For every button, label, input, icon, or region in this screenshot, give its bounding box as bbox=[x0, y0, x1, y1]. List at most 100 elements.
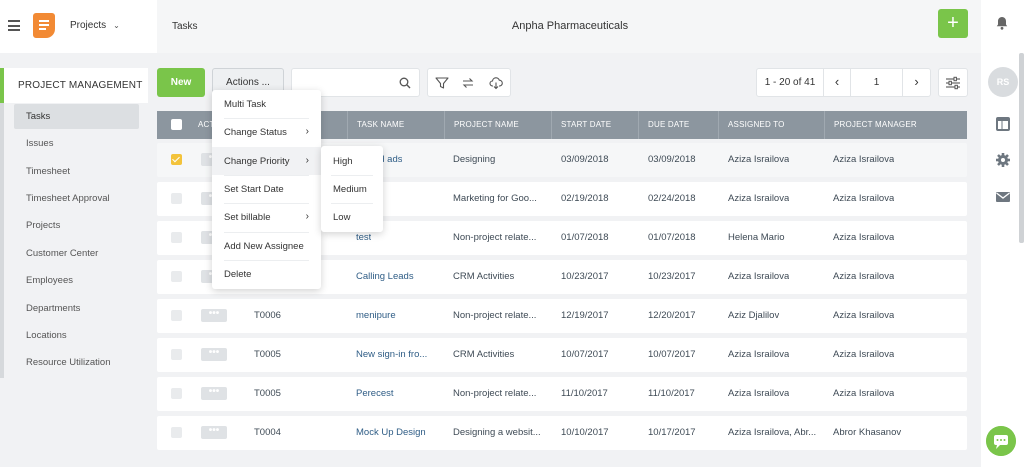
sidebar-item-issues[interactable]: Issues bbox=[14, 131, 139, 156]
cell-assigned: Aziza Israilova, Abr... bbox=[728, 427, 817, 438]
sidebar-item-employees[interactable]: Employees bbox=[14, 268, 139, 293]
column-settings-button[interactable] bbox=[938, 68, 968, 97]
brand-area: Projects ⌄ bbox=[0, 0, 157, 53]
row-checkbox[interactable] bbox=[171, 232, 182, 243]
cell-manager: Aziza Israilova bbox=[833, 232, 895, 243]
project-selector-label: Projects bbox=[70, 20, 107, 31]
sidebar-item-timesheet-approval[interactable]: Timesheet Approval bbox=[14, 186, 139, 211]
sidebar-item-timesheet[interactable]: Timesheet bbox=[14, 159, 139, 184]
sidebar-section-title[interactable]: PROJECT MANAGEMENT bbox=[0, 68, 148, 103]
cell-assigned: Aziza Israilova bbox=[728, 349, 790, 360]
row-checkbox[interactable] bbox=[171, 154, 182, 165]
row-actions-button[interactable]: ••• bbox=[201, 426, 227, 439]
chevron-right-icon: › bbox=[305, 155, 309, 166]
col-actions[interactable]: ACT bbox=[189, 111, 215, 139]
row-actions-button[interactable]: ••• bbox=[201, 348, 227, 361]
row-checkbox[interactable] bbox=[171, 193, 182, 204]
col-project-name[interactable]: PROJECT NAME bbox=[444, 111, 519, 139]
menu-item-label: Set billable bbox=[224, 212, 271, 223]
cell-name[interactable]: Mock Up Design bbox=[356, 427, 426, 438]
menu-item-label: Change Priority bbox=[224, 156, 290, 167]
menu-item-delete[interactable]: Delete bbox=[212, 260, 321, 288]
avatar[interactable]: RS bbox=[988, 67, 1018, 97]
row-checkbox[interactable] bbox=[171, 271, 182, 282]
chevron-right-icon: › bbox=[305, 211, 309, 222]
cell-project: Non-project relate... bbox=[453, 232, 537, 243]
cell-manager: Abror Khasanov bbox=[833, 427, 902, 438]
company-name: Anpha Pharmaceuticals bbox=[511, 20, 629, 32]
row-checkbox[interactable] bbox=[171, 310, 182, 321]
next-page-button[interactable]: › bbox=[903, 69, 930, 96]
page-number[interactable]: 1 bbox=[851, 69, 903, 96]
cell-assigned: Aziza Israilova bbox=[728, 388, 790, 399]
cell-manager: Aziza Israilova bbox=[833, 154, 895, 165]
cell-name[interactable]: Perecest bbox=[356, 388, 394, 399]
cell-id: T0006 bbox=[254, 310, 281, 321]
layout-icon[interactable] bbox=[995, 116, 1011, 132]
table-row[interactable]: ••• T0006 menipure Non-project relate... 12/… bbox=[157, 299, 967, 333]
top-bar: Projects ⌄ Tasks Anpha Pharmaceuticals + bbox=[0, 0, 1024, 53]
sidebar-item-tasks[interactable]: Tasks bbox=[14, 104, 139, 129]
menu-item-add-new-assignee[interactable]: Add New Assignee bbox=[212, 232, 321, 260]
menu-item-multi-task[interactable]: Multi Task bbox=[212, 90, 321, 118]
row-checkbox[interactable] bbox=[171, 427, 182, 438]
cell-start: 03/09/2018 bbox=[561, 154, 609, 165]
cell-due: 10/23/2017 bbox=[648, 271, 696, 282]
menu-item-set-billable[interactable]: Set billable › bbox=[212, 203, 321, 231]
cell-name[interactable]: Calling Leads bbox=[356, 271, 414, 282]
sidebar-item-resource-utilization[interactable]: Resource Utilization bbox=[14, 350, 139, 375]
priority-high[interactable]: High bbox=[321, 147, 383, 175]
cell-assigned: Aziz Djalilov bbox=[728, 310, 780, 321]
col-project-manager[interactable]: PROJECT MANAGER bbox=[824, 111, 917, 139]
menu-item-label: Set Start Date bbox=[224, 184, 284, 195]
scrollbar[interactable] bbox=[1019, 53, 1024, 243]
col-assigned-to[interactable]: ASSIGNED TO bbox=[718, 111, 785, 139]
col-task-name[interactable]: TASK NAME bbox=[347, 111, 404, 139]
table-row[interactable]: ••• T0005 New sign-in fro... CRM Activities… bbox=[157, 338, 967, 372]
cell-name[interactable]: test bbox=[356, 232, 371, 243]
cell-project: Non-project relate... bbox=[453, 310, 537, 321]
row-actions-button[interactable]: ••• bbox=[201, 309, 227, 322]
col-due-date[interactable]: DUE DATE bbox=[638, 111, 689, 139]
sync-icon[interactable] bbox=[461, 76, 475, 90]
cell-name[interactable]: New sign-in fro... bbox=[356, 349, 427, 360]
col-start-date[interactable]: START DATE bbox=[551, 111, 611, 139]
hamburger-icon[interactable] bbox=[8, 20, 20, 31]
gear-icon[interactable] bbox=[995, 152, 1011, 168]
table-row[interactable]: ••• T0005 Perecest Non-project relate... 11/… bbox=[157, 377, 967, 411]
mail-icon[interactable] bbox=[995, 189, 1011, 205]
row-actions-button[interactable]: ••• bbox=[201, 387, 227, 400]
select-all-checkbox[interactable] bbox=[171, 119, 182, 130]
cell-start: 10/10/2017 bbox=[561, 427, 609, 438]
sidebar-item-customer-center[interactable]: Customer Center bbox=[14, 241, 139, 266]
priority-medium[interactable]: Medium bbox=[321, 175, 383, 203]
cloud-download-icon[interactable] bbox=[489, 76, 503, 90]
sidebar-item-departments[interactable]: Departments bbox=[14, 296, 139, 321]
filter-icon[interactable] bbox=[435, 76, 449, 90]
cell-name[interactable]: menipure bbox=[356, 310, 396, 321]
add-button[interactable]: + bbox=[938, 9, 968, 38]
cell-start: 01/07/2018 bbox=[561, 232, 609, 243]
menu-item-set-start-date[interactable]: Set Start Date bbox=[212, 175, 321, 203]
breadcrumb: Tasks bbox=[172, 21, 198, 32]
cell-start: 12/19/2017 bbox=[561, 310, 609, 321]
menu-item-change-priority[interactable]: Change Priority › bbox=[212, 147, 321, 175]
table-row[interactable]: ••• T0004 Mock Up Design Designing a websit… bbox=[157, 416, 967, 450]
row-checkbox[interactable] bbox=[171, 349, 182, 360]
new-button[interactable]: New bbox=[157, 68, 205, 97]
sidebar-item-projects[interactable]: Projects bbox=[14, 213, 139, 238]
chat-icon[interactable] bbox=[986, 426, 1016, 456]
cell-due: 12/20/2017 bbox=[648, 310, 696, 321]
row-checkbox[interactable] bbox=[171, 388, 182, 399]
project-selector[interactable]: Projects ⌄ bbox=[70, 20, 120, 31]
cell-due: 01/07/2018 bbox=[648, 232, 696, 243]
search-icon[interactable] bbox=[399, 77, 411, 89]
menu-item-change-status[interactable]: Change Status › bbox=[212, 118, 321, 146]
priority-low[interactable]: Low bbox=[321, 203, 383, 231]
cell-due: 11/10/2017 bbox=[648, 388, 695, 399]
bell-icon[interactable] bbox=[996, 16, 1008, 30]
cell-manager: Aziza Israilova bbox=[833, 388, 895, 399]
prev-page-button[interactable]: ‹ bbox=[824, 69, 851, 96]
sidebar-item-locations[interactable]: Locations bbox=[14, 323, 139, 348]
cell-start: 10/07/2017 bbox=[561, 349, 609, 360]
